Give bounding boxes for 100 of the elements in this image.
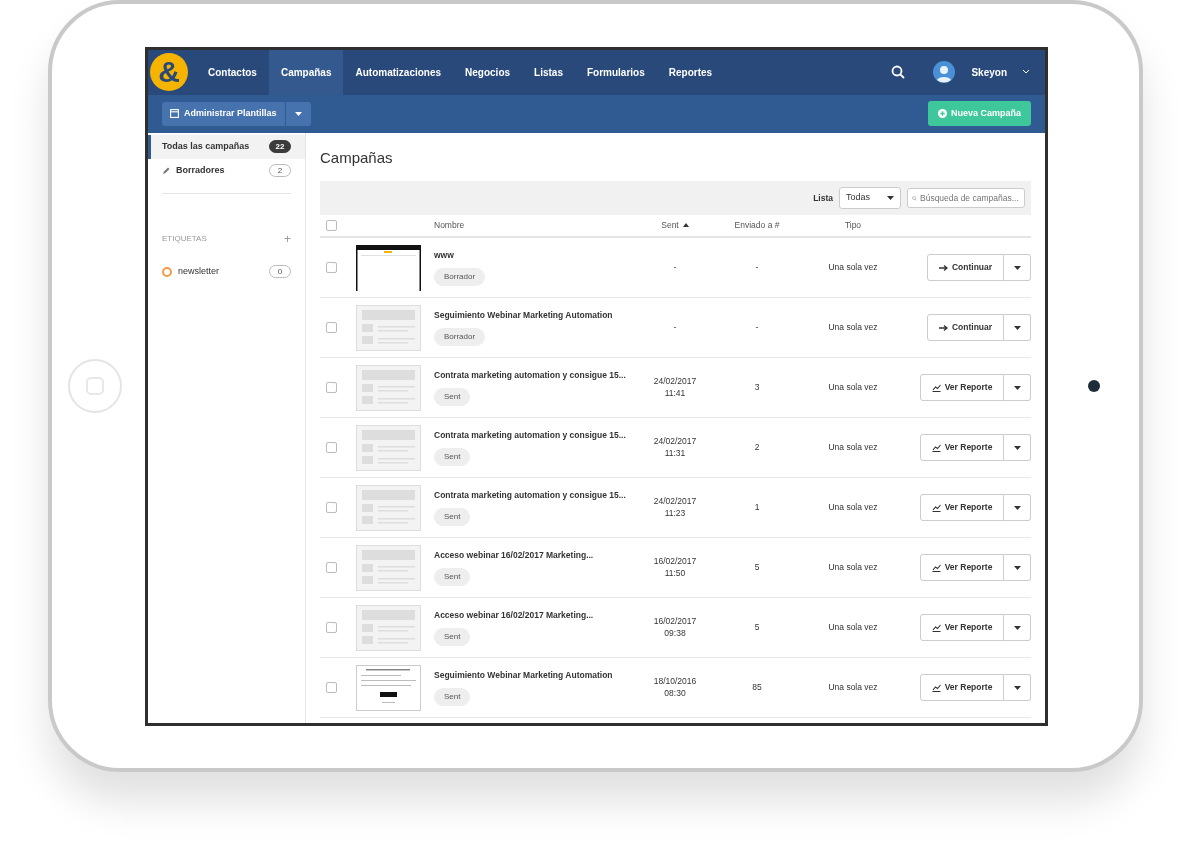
column-header[interactable]: Tipo (844, 219, 862, 230)
sidebar-item[interactable]: Borradores 2 (148, 158, 305, 183)
campaign-type: Una sola vez (828, 321, 878, 332)
recipient-count: - (755, 261, 759, 272)
sent-date: 11:41 (663, 387, 687, 400)
arrow-icon (938, 324, 948, 331)
caret-icon (1013, 265, 1021, 270)
checkbox[interactable] (326, 682, 337, 693)
count-badge: 22 (269, 140, 291, 153)
user-name[interactable]: Skeyon (971, 64, 1007, 80)
sent-date: - (673, 321, 677, 332)
status-tag: Sent (434, 507, 471, 526)
status-tag: Borrador (434, 327, 486, 346)
campaign-name[interactable]: Acceso webinar 16/02/2017 Marketing... (434, 549, 634, 562)
chart-icon (931, 383, 941, 392)
checkbox[interactable] (326, 220, 337, 231)
email-preview-drawing (356, 664, 421, 711)
recipient-count: 5 (754, 561, 760, 572)
campaign-name[interactable]: Acceso webinar 16/02/2017 Marketing... (434, 609, 634, 622)
recipient-count: 3 (754, 381, 760, 392)
chart-icon (931, 563, 941, 572)
pencil-icon (162, 166, 170, 175)
recipient-count: 2 (754, 441, 760, 452)
checkbox[interactable] (326, 562, 337, 573)
caret-icon[interactable] (1023, 70, 1029, 74)
report-button[interactable]: Ver Reporte (920, 554, 1004, 581)
email-preview-drawing (356, 304, 421, 351)
campaign-type: Una sola vez (828, 501, 878, 512)
campaign-name[interactable]: Contrata marketing automation y consigue 15... (434, 489, 634, 502)
nav-tab[interactable]: Campañas (268, 49, 344, 95)
page-title: Campañas (320, 147, 394, 168)
chart-icon (931, 623, 941, 632)
sent-date: 11:23 (663, 507, 687, 520)
campaign-type: Una sola vez (828, 381, 878, 392)
manage-templates-button[interactable]: Administrar Plantillas (162, 101, 285, 126)
campaign-type: Una sola vez (828, 681, 878, 692)
campaign-name[interactable]: Contrata marketing automation y consigue 15... (434, 429, 634, 442)
tag-item[interactable]: newsletter 0 (148, 259, 305, 284)
nav-tab[interactable]: Listas (522, 49, 575, 95)
report-button[interactable]: Ver Reporte (920, 614, 1004, 641)
checkbox[interactable] (326, 622, 337, 633)
continue-button[interactable]: Continuar (927, 314, 1004, 341)
sidebar-item[interactable]: Todas las campañas 22 (148, 134, 305, 159)
caret-icon (1013, 325, 1021, 330)
search-icon[interactable] (891, 65, 906, 79)
chart-icon (931, 443, 941, 452)
nav-tab[interactable]: Contactos (196, 49, 269, 95)
campaign-name[interactable]: Seguimiento Webinar Marketing Automation (434, 669, 634, 682)
chart-icon (931, 683, 941, 692)
sent-date: 24/02/2017 (652, 435, 698, 448)
sent-date: - (673, 261, 677, 272)
column-header[interactable]: Nombre (434, 220, 465, 231)
nav-tab[interactable]: Automatizaciones (343, 49, 454, 95)
checkbox[interactable] (326, 442, 337, 453)
status-tag: Borrador (434, 267, 486, 286)
report-button[interactable]: Ver Reporte (920, 674, 1004, 701)
arrow-icon (938, 264, 948, 271)
nav-tab[interactable]: Negocios (453, 49, 523, 95)
sent-date: 11:50 (663, 567, 687, 580)
email-preview-drawing (356, 424, 421, 471)
nav-tab[interactable]: Formularios (575, 49, 657, 95)
report-button[interactable]: Ver Reporte (920, 494, 1004, 521)
campaign-name[interactable]: Seguimiento Webinar Marketing Automation (434, 309, 634, 322)
campaign-name[interactable]: Contrata marketing automation y consigue 15... (434, 369, 634, 382)
sent-date: 08:30 (663, 687, 687, 700)
dropdown-button[interactable] (284, 101, 311, 126)
sent-date: 09:38 (663, 627, 687, 640)
status-tag: Sent (434, 627, 471, 646)
checkbox[interactable] (326, 322, 337, 333)
email-preview-drawing (356, 364, 421, 411)
status-tag: Sent (434, 687, 471, 706)
search-field[interactable]: Búsqueda de campañas... (907, 188, 1025, 208)
caret-icon (1013, 625, 1021, 630)
sent-date: 18/10/2016 (652, 675, 698, 688)
caret-icon (1013, 505, 1021, 510)
camera (1088, 380, 1100, 392)
report-button[interactable]: Ver Reporte (920, 374, 1004, 401)
email-preview-drawing (356, 604, 421, 651)
checkbox[interactable] (326, 502, 337, 513)
filter-label: Lista (813, 191, 833, 205)
report-button[interactable]: Ver Reporte (920, 434, 1004, 461)
caret-icon (887, 196, 894, 200)
nav-tab[interactable]: Reportes (656, 49, 725, 95)
sent-date: 24/02/2017 (652, 375, 698, 388)
caret-icon (1013, 685, 1021, 690)
column-header[interactable]: Enviado a # (734, 219, 780, 230)
calendar-icon (170, 109, 179, 118)
logo[interactable]: & (150, 52, 188, 91)
campaign-name[interactable]: www (434, 249, 634, 262)
campaign-type: Una sola vez (828, 621, 878, 632)
plus-icon (937, 109, 947, 118)
column-header[interactable]: Sent (661, 219, 689, 230)
continue-button[interactable]: Continuar (927, 254, 1004, 281)
sent-date: 24/02/2017 (652, 495, 698, 508)
checkbox[interactable] (326, 382, 337, 393)
sent-date: 16/02/2017 (652, 615, 698, 628)
caret-icon (1013, 565, 1021, 570)
list-select[interactable]: Todas (839, 187, 901, 209)
checkbox[interactable] (326, 262, 337, 273)
avatar-icon[interactable] (933, 61, 956, 83)
